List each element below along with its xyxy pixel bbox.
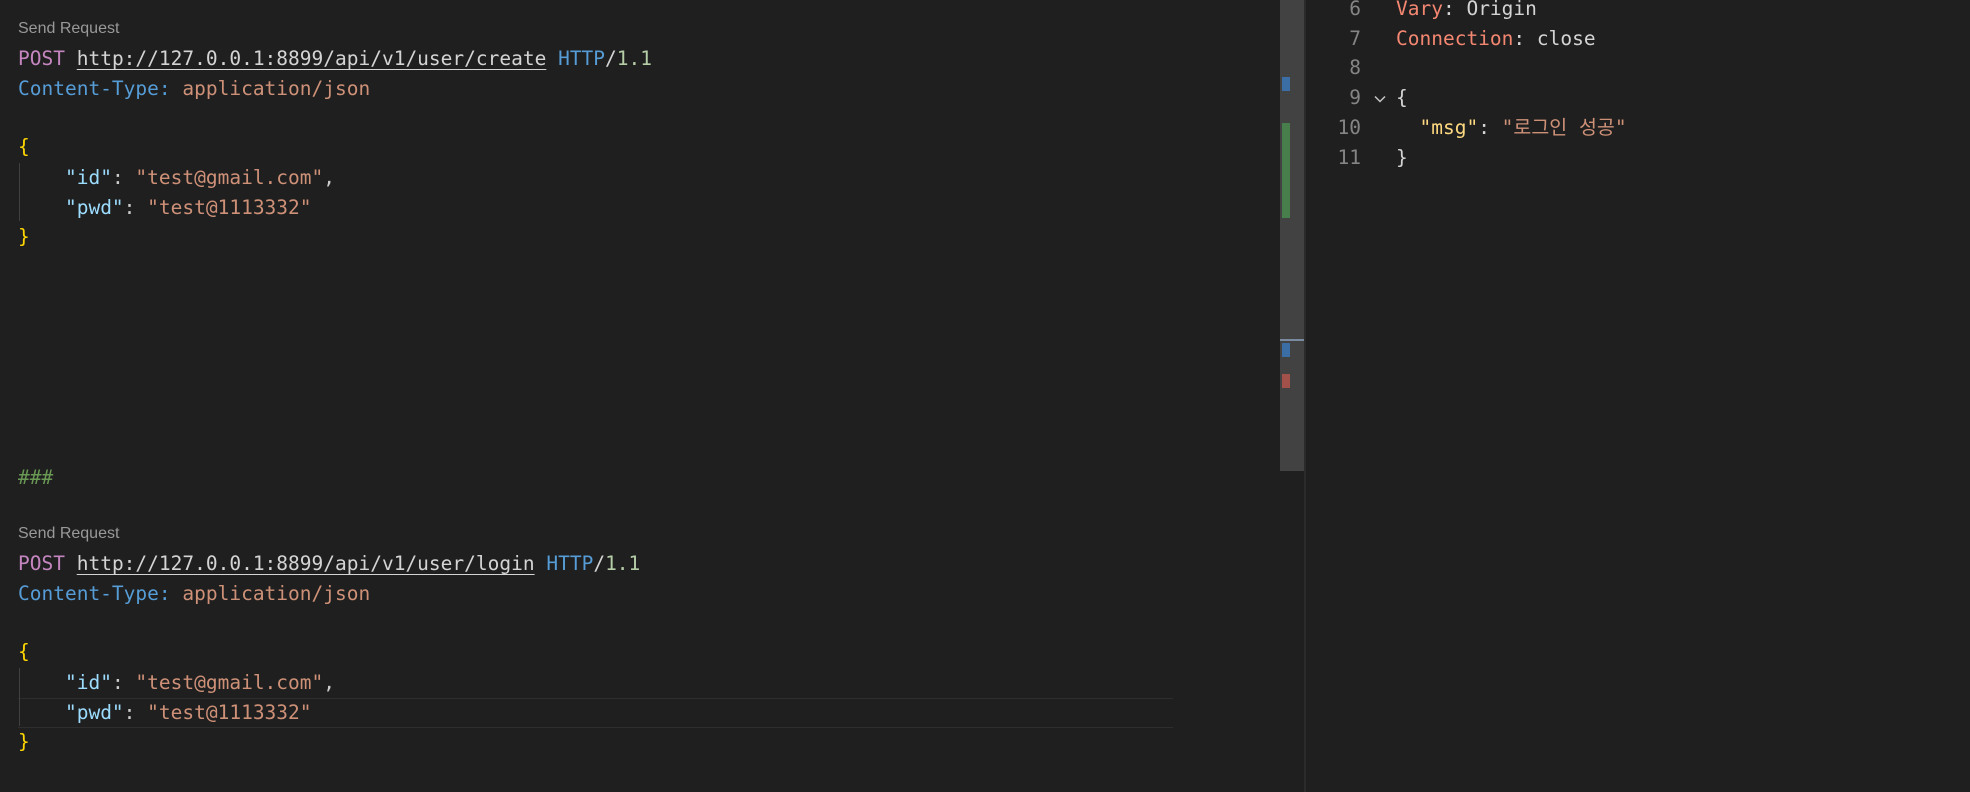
- brace: {: [1396, 86, 1408, 109]
- json-key: "id": [64, 671, 112, 694]
- json-value: "test@1113332": [147, 196, 312, 219]
- line-number: 11: [1337, 146, 1361, 169]
- line-number: 10: [1337, 116, 1361, 139]
- json-sep: :: [1478, 116, 1502, 139]
- json-value: "test@gmail.com": [135, 671, 324, 694]
- header-name: Connection: [1396, 27, 1514, 50]
- header-name: Content-Type:: [18, 77, 171, 100]
- json-comma: ,: [323, 671, 336, 694]
- header-value: application/json: [182, 582, 371, 605]
- json-id-line: "id": "test@gmail.com",: [18, 668, 335, 698]
- json-close-brace: }: [18, 222, 30, 252]
- json-key: "id": [64, 166, 112, 189]
- protocol-slash: /: [605, 47, 617, 70]
- response-open-brace: {: [1396, 83, 1408, 113]
- response-header-connection: Connection: close: [1396, 24, 1596, 54]
- protocol-slash: /: [593, 552, 606, 575]
- brace: }: [18, 225, 30, 248]
- header-value: Origin: [1466, 0, 1537, 20]
- protocol: HTTP: [546, 552, 594, 575]
- header-name: Vary: [1396, 0, 1443, 20]
- request-line: POST http://127.0.0.1:8899/api/v1/user/l…: [18, 549, 640, 579]
- request-url-link[interactable]: http://127.0.0.1:8899/api/v1/user/login: [77, 552, 535, 575]
- json-pwd-line: "pwd": "test@1113332": [18, 698, 312, 728]
- protocol-version: 1.1: [605, 552, 641, 575]
- json-key: "msg": [1419, 116, 1479, 139]
- json-key: "pwd": [64, 701, 124, 724]
- json-sep: :: [123, 196, 148, 219]
- json-sep: :: [111, 166, 136, 189]
- line-number: 8: [1349, 56, 1361, 79]
- json-close-brace: }: [18, 727, 30, 757]
- json-value: "로그인 성공": [1501, 116, 1627, 139]
- header-line: Content-Type: application/json: [18, 74, 370, 104]
- json-sep: :: [111, 671, 136, 694]
- overview-deleted-mark: [1282, 374, 1290, 388]
- json-value: "test@gmail.com": [135, 166, 324, 189]
- header-value: application/json: [182, 77, 371, 100]
- protocol: HTTP: [558, 47, 606, 70]
- json-key: "pwd": [64, 196, 124, 219]
- brace: }: [18, 730, 30, 753]
- request-line: POST http://127.0.0.1:8899/api/v1/user/c…: [18, 44, 652, 74]
- line-number: 7: [1349, 27, 1361, 50]
- header-value: close: [1536, 27, 1596, 50]
- http-method: POST: [18, 552, 65, 575]
- line-number: 6: [1349, 0, 1361, 20]
- request-editor[interactable]: Send Request POST http://127.0.0.1:8899/…: [0, 0, 1280, 792]
- json-sep: :: [123, 701, 148, 724]
- json-id-line: "id": "test@gmail.com",: [18, 163, 335, 193]
- protocol-version: 1.1: [616, 47, 653, 70]
- send-request-codelens[interactable]: Send Request: [18, 18, 119, 40]
- overview-modified-mark: [1282, 343, 1290, 357]
- send-request-codelens[interactable]: Send Request: [18, 523, 119, 545]
- http-method: POST: [18, 47, 65, 70]
- json-open-brace: {: [18, 132, 30, 162]
- chevron-down-icon[interactable]: [1372, 92, 1388, 108]
- json-value: "test@1113332": [147, 701, 312, 724]
- separator-comment: ###: [18, 466, 54, 489]
- json-comma: ,: [323, 166, 336, 189]
- response-editor[interactable]: 6 7 8 9 10 11 Vary: Origin Connection: c…: [1306, 0, 1970, 792]
- line-number: 9: [1349, 86, 1361, 109]
- header-sep: :: [1442, 0, 1467, 20]
- response-msg-line: "msg": "로그인 성공": [1396, 113, 1627, 143]
- brace: {: [18, 135, 30, 158]
- overview-cursor-mark: [1280, 339, 1304, 341]
- request-separator: ###: [18, 463, 53, 493]
- header-name: Content-Type:: [18, 582, 171, 605]
- brace: }: [1396, 146, 1408, 169]
- json-open-brace: {: [18, 637, 30, 667]
- overview-added-mark: [1282, 123, 1290, 218]
- header-line: Content-Type: application/json: [18, 579, 370, 609]
- brace: {: [18, 640, 30, 663]
- request-url-link[interactable]: http://127.0.0.1:8899/api/v1/user/create: [77, 47, 547, 70]
- header-sep: :: [1513, 27, 1537, 50]
- json-pwd-line: "pwd": "test@1113332": [18, 193, 312, 223]
- response-header-vary: Vary: Origin: [1396, 0, 1537, 24]
- editor-scrollbar[interactable]: [1280, 0, 1304, 471]
- response-close-brace: }: [1396, 143, 1408, 173]
- overview-modified-mark: [1282, 77, 1290, 91]
